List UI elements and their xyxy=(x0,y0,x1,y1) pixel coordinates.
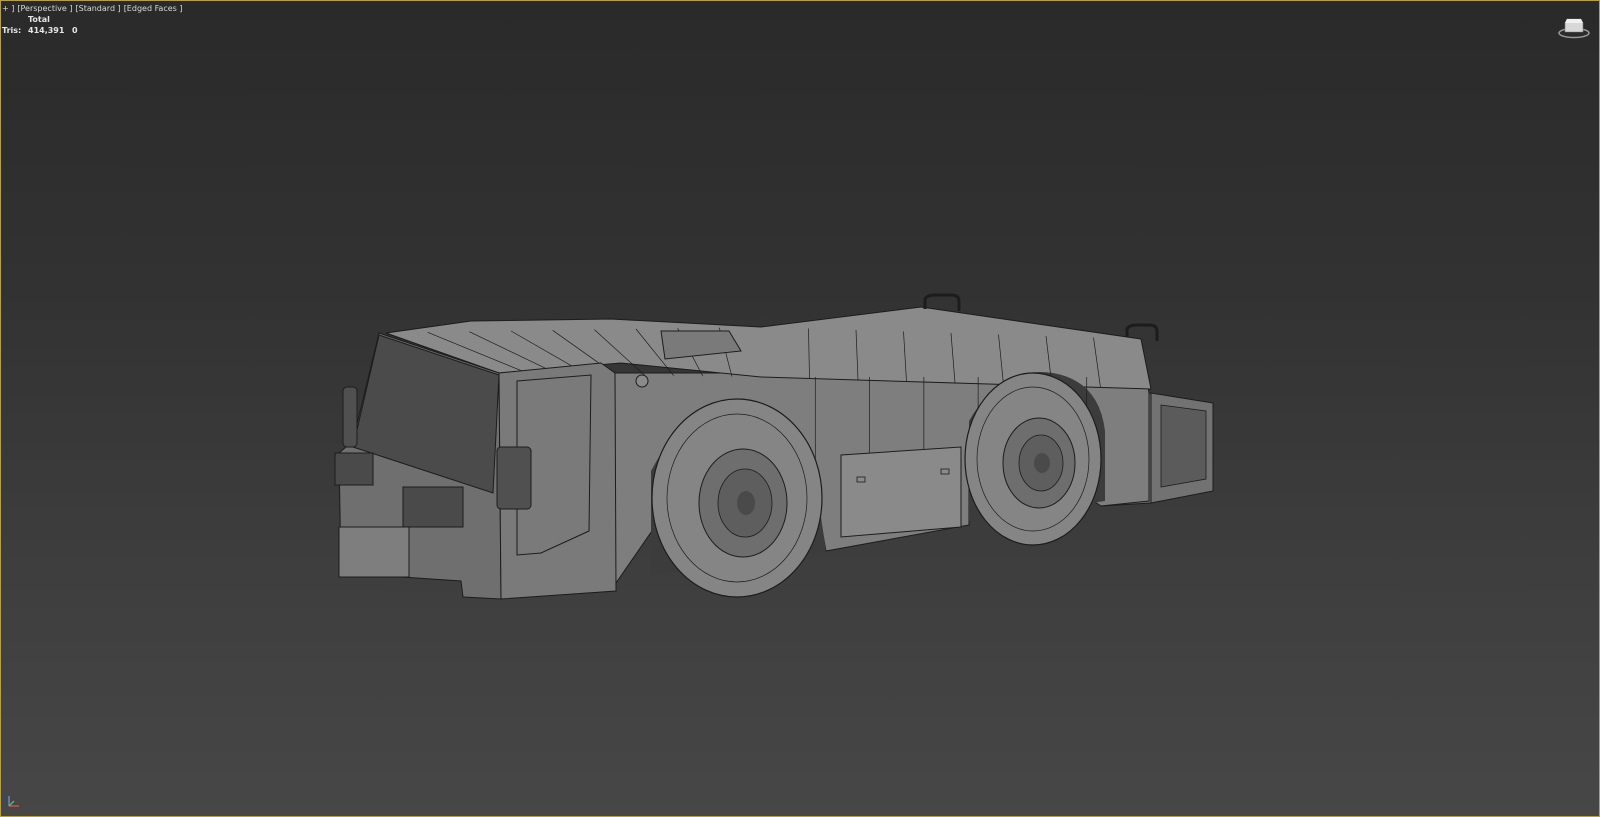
tug-vehicle-mesh[interactable] xyxy=(1,1,1599,816)
axis-tripod-icon xyxy=(8,796,19,807)
perspective-viewport[interactable]: + ] [Perspective ] [Standard ] [Edged Faces… xyxy=(0,0,1600,817)
front-wheel xyxy=(651,398,823,598)
rear-wheel xyxy=(964,372,1102,546)
